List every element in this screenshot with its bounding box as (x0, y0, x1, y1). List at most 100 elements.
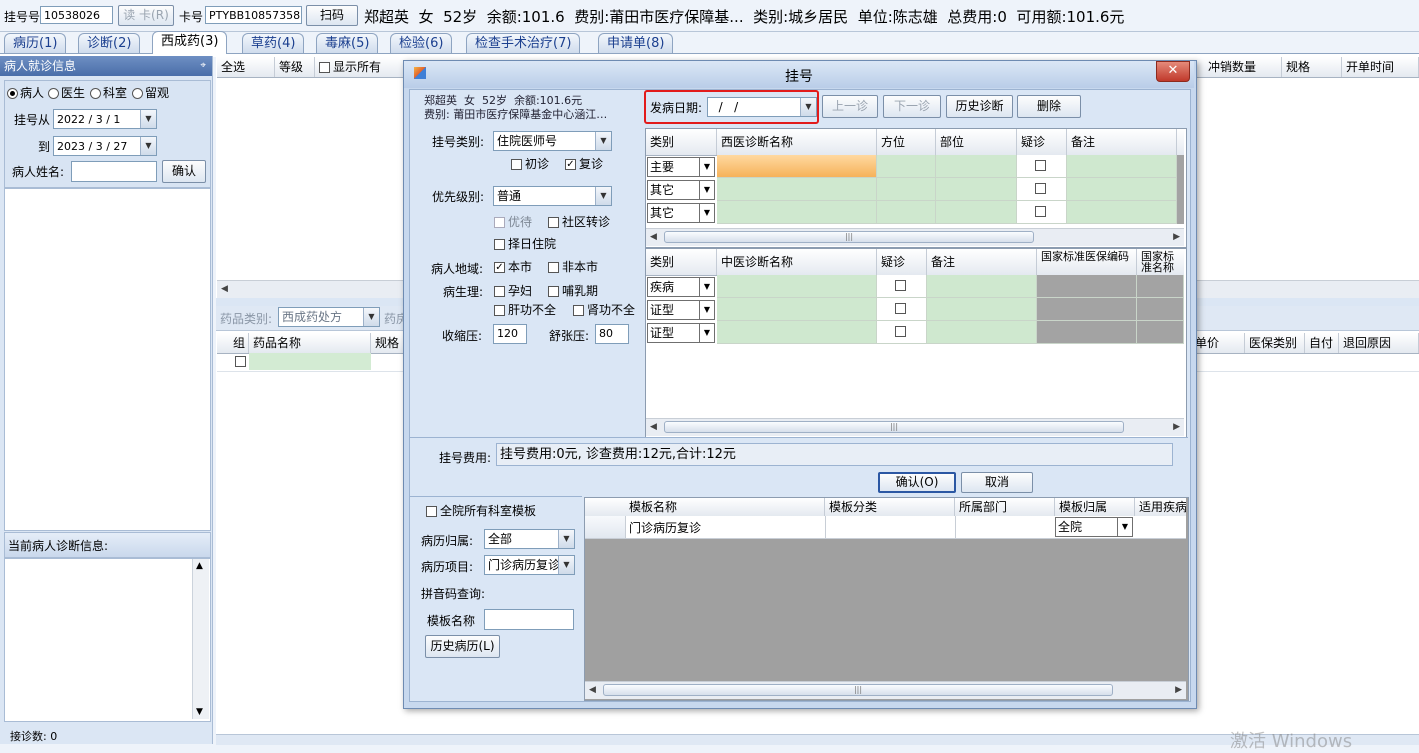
tcm-row3-name[interactable] (717, 321, 877, 344)
scroll-left-icon[interactable]: ◀ (221, 284, 228, 294)
tcm-hscroll[interactable]: ◀ ||| ▶ (646, 418, 1184, 436)
tcm-row1-category[interactable]: 疾病 ▼ (647, 277, 715, 297)
template-hscroll[interactable]: ◀ ||| ▶ (585, 681, 1186, 699)
tab-diagnosis[interactable]: 诊断(2) (78, 33, 141, 53)
tcm-row2-name[interactable] (717, 298, 877, 321)
scroll-right-icon[interactable]: ▶ (1173, 422, 1180, 432)
record-owner-combo[interactable]: 全部 ▼ (484, 529, 575, 549)
delete-button[interactable]: 删除 (1017, 95, 1081, 118)
history-diagnosis-button[interactable]: 历史诊断 (946, 95, 1013, 118)
chevron-down-icon[interactable]: ▼ (699, 301, 714, 319)
chevron-down-icon[interactable]: ▼ (558, 556, 574, 574)
community-transfer-checkbox[interactable]: 社区转诊 (548, 213, 610, 230)
chevron-down-icon[interactable]: ▼ (699, 204, 714, 222)
template-name-input[interactable] (484, 609, 574, 630)
ok-button[interactable]: 确认(O) (878, 472, 956, 493)
scroll-right-icon[interactable]: ▶ (1175, 685, 1182, 695)
tcm-row1-suspect-box[interactable] (895, 280, 906, 291)
chevron-down-icon[interactable]: ▼ (595, 132, 611, 150)
tcm-row3-category[interactable]: 证型 ▼ (647, 323, 715, 343)
west-row3-name[interactable] (717, 201, 877, 224)
show-all-checkbox[interactable] (319, 62, 330, 73)
west-row1-remark[interactable] (1067, 155, 1177, 178)
prev-visit-button[interactable]: 上一诊 (822, 95, 878, 118)
scroll-thumb[interactable]: ||| (603, 684, 1113, 696)
chevron-down-icon[interactable]: ▼ (699, 278, 714, 296)
local-checkbox[interactable]: ✓ 本市 (494, 258, 532, 275)
scan-button[interactable]: 扫码 (306, 5, 358, 26)
west-row2-suspect-box[interactable] (1035, 183, 1046, 194)
record-item-combo[interactable]: 门诊病历复诊 ▼ (484, 555, 575, 575)
west-row1-suspect[interactable] (1017, 155, 1067, 178)
radio-doctor[interactable]: 医生 (48, 84, 85, 101)
close-icon[interactable]: ✕ (1156, 61, 1190, 82)
west-row3-category[interactable]: 其它 ▼ (647, 203, 715, 223)
history-record-button[interactable]: 历史病历(L) (425, 635, 500, 658)
tcm-row1-suspect[interactable] (877, 275, 927, 298)
reg-no-input[interactable]: 10538026 (40, 6, 113, 24)
scroll-left-icon[interactable]: ◀ (650, 232, 657, 242)
west-row3-suspect-box[interactable] (1035, 206, 1046, 217)
tab-western-medicine[interactable]: 西成药(3) (152, 31, 228, 54)
chevron-down-icon[interactable]: ▼ (699, 324, 714, 342)
next-visit-button[interactable]: 下一诊 (883, 95, 941, 118)
kidney-checkbox[interactable]: 肾功不全 (573, 301, 635, 318)
chevron-down-icon[interactable]: ▼ (699, 158, 714, 176)
scroll-down-icon[interactable]: ▼ (196, 707, 203, 717)
template-row[interactable]: 门诊病历复诊 全院 ▼ (585, 516, 1186, 539)
tab-herbal-medicine[interactable]: 草药(4) (242, 33, 305, 53)
chevron-down-icon[interactable]: ▼ (699, 181, 714, 199)
onset-date-combo[interactable]: / / ▼ (707, 97, 817, 117)
pregnant-checkbox[interactable]: 孕妇 (494, 282, 532, 299)
read-card-button[interactable]: 读 卡(R) (118, 5, 174, 26)
drug-name-cell[interactable] (249, 353, 371, 370)
tcm-row2-suspect[interactable] (877, 298, 927, 321)
scroll-thumb[interactable]: ||| (664, 421, 1124, 433)
tab-request-form[interactable]: 申请单(8) (598, 33, 674, 53)
west-row3-remark[interactable] (1067, 201, 1177, 224)
scroll-left-icon[interactable]: ◀ (650, 422, 657, 432)
chevron-down-icon[interactable]: ▼ (363, 308, 379, 326)
tab-medical-record[interactable]: 病历(1) (4, 33, 67, 53)
tab-exam-surgery[interactable]: 检查手术治疗(7) (466, 33, 581, 53)
tcm-row2-suspect-box[interactable] (895, 303, 906, 314)
diastolic-input[interactable]: 80 (595, 324, 629, 344)
diag-vscroll[interactable]: ▲ ▼ (192, 559, 209, 719)
diag-info-box[interactable] (4, 558, 211, 722)
scroll-right-icon[interactable]: ▶ (1173, 232, 1180, 242)
radio-observation[interactable]: 留观 (132, 84, 169, 101)
west-row2-remark[interactable] (1067, 178, 1177, 201)
reg-to-date[interactable]: 2023 / 3 / 27 ▼ (53, 136, 157, 156)
radio-patient[interactable]: 病人 (7, 84, 44, 101)
tcm-row3-suspect-box[interactable] (895, 326, 906, 337)
scheduled-admission-checkbox[interactable]: 择日住院 (494, 235, 556, 252)
reg-from-date[interactable]: 2022 / 3 / 1 ▼ (53, 109, 157, 129)
tab-narcotics[interactable]: 毒麻(5) (316, 33, 379, 53)
west-row2-site[interactable] (936, 178, 1017, 201)
west-row2-side[interactable] (877, 178, 936, 201)
tpl-row-selector[interactable] (585, 516, 626, 538)
scroll-left-icon[interactable]: ◀ (589, 685, 596, 695)
tcm-row1-name[interactable] (717, 275, 877, 298)
west-row2-suspect[interactable] (1017, 178, 1067, 201)
first-visit-checkbox[interactable]: 初诊 (511, 155, 549, 172)
col-show-all[interactable]: 显示所有 (315, 57, 415, 77)
drug-type-combo[interactable]: 西成药处方 ▼ (278, 307, 380, 327)
tcm-row1-remark[interactable] (927, 275, 1037, 298)
tcm-row3-remark[interactable] (927, 321, 1037, 344)
west-row1-side[interactable] (877, 155, 936, 178)
scroll-thumb[interactable]: ||| (664, 231, 1034, 243)
west-hscroll[interactable]: ◀ ||| ▶ (646, 228, 1184, 246)
all-dept-templates-checkbox[interactable]: 全院所有科室模板 (426, 502, 536, 519)
radio-department[interactable]: 科室 (90, 84, 127, 101)
card-no-input[interactable]: PTYBB10857358 (205, 6, 302, 24)
reg-type-combo[interactable]: 住院医师号 ▼ (493, 131, 612, 151)
patient-list[interactable] (4, 188, 211, 531)
chevron-down-icon[interactable]: ▼ (140, 110, 156, 128)
tpl-row-owner-combo[interactable]: 全院 ▼ (1055, 517, 1133, 537)
tab-lab-test[interactable]: 检验(6) (390, 33, 453, 53)
tcm-row3-suspect[interactable] (877, 321, 927, 344)
west-row1-suspect-box[interactable] (1035, 160, 1046, 171)
non-local-checkbox[interactable]: 非本市 (548, 258, 598, 275)
tcm-row2-category[interactable]: 证型 ▼ (647, 300, 715, 320)
